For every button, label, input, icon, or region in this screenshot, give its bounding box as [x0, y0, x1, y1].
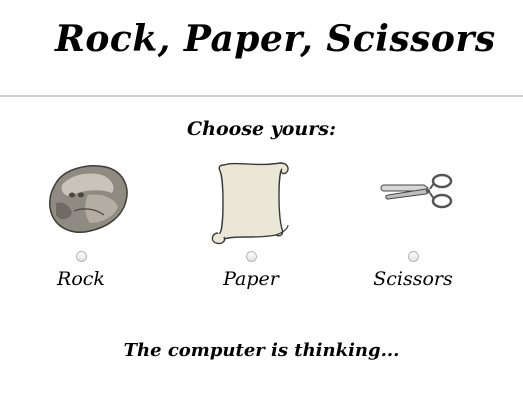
choose-prompt: Choose yours:	[187, 118, 336, 140]
choice-rock[interactable]: Rock	[26, 155, 136, 290]
scissors-label: Scissors	[373, 268, 453, 290]
rock-radio[interactable]	[75, 251, 87, 262]
paper-label: Paper	[223, 268, 279, 290]
paper-scroll-icon[interactable]	[196, 155, 306, 245]
computer-status: The computer is thinking...	[123, 340, 400, 361]
scissors-icon[interactable]	[358, 155, 468, 245]
page-title: Rock, Paper, Scissors	[55, 18, 496, 60]
rock-icon[interactable]	[26, 155, 136, 245]
paper-radio[interactable]	[245, 251, 257, 262]
scissors-radio[interactable]	[407, 251, 419, 262]
choice-paper[interactable]: Paper	[196, 155, 306, 290]
header-divider	[0, 95, 523, 97]
rock-label: Rock	[57, 268, 105, 290]
choice-scissors[interactable]: Scissors	[358, 155, 468, 290]
